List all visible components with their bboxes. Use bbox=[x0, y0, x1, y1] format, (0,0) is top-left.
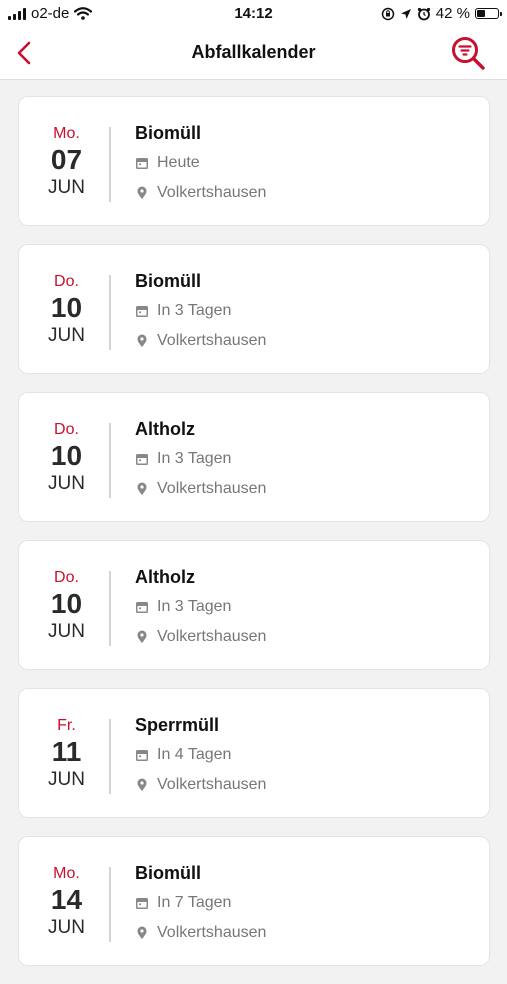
relative-date-row: In 7 Tagen bbox=[135, 893, 266, 913]
collection-info: Sperrmüll In 4 Tagen Volkertshausen bbox=[135, 715, 266, 795]
relative-date: In 7 Tagen bbox=[157, 894, 232, 911]
collection-info: Altholz In 3 Tagen Volkertshausen bbox=[135, 567, 266, 647]
waste-type: Biomüll bbox=[135, 123, 201, 143]
relative-date: In 3 Tagen bbox=[157, 302, 232, 319]
collection-card[interactable]: Do. 10 JUN Biomüll In 3 Tagen Volkertsha… bbox=[18, 244, 490, 374]
collection-card[interactable]: Mo. 14 JUN Biomüll In 7 Tagen Volkertsha… bbox=[18, 836, 490, 966]
status-bar: o2-de 14:12 42 % bbox=[0, 0, 507, 28]
month-label: JUN bbox=[48, 177, 85, 198]
month-label: JUN bbox=[48, 917, 85, 938]
location-pin-icon bbox=[137, 778, 147, 791]
relative-date: Heute bbox=[157, 154, 200, 171]
divider bbox=[109, 423, 111, 498]
month-label: JUN bbox=[48, 473, 85, 494]
month-label: JUN bbox=[48, 325, 85, 346]
day-number: 10 bbox=[50, 588, 83, 619]
date-block: Do. 10 JUN bbox=[19, 569, 114, 643]
collection-list: Mo. 07 JUN Biomüll Heute Volkertshausen … bbox=[18, 96, 490, 984]
date-block: Mo. 07 JUN bbox=[19, 125, 114, 199]
relative-date: In 4 Tagen bbox=[157, 746, 232, 763]
collection-info: Biomüll In 7 Tagen Volkertshausen bbox=[135, 863, 266, 943]
divider bbox=[109, 127, 111, 202]
location-row: Volkertshausen bbox=[135, 479, 266, 499]
divider bbox=[109, 719, 111, 794]
relative-date-row: In 3 Tagen bbox=[135, 597, 266, 617]
location-row: Volkertshausen bbox=[135, 775, 266, 795]
day-number: 10 bbox=[50, 292, 83, 323]
location-name: Volkertshausen bbox=[157, 628, 267, 645]
relative-date: In 3 Tagen bbox=[157, 598, 232, 615]
date-block: Fr. 11 JUN bbox=[19, 717, 114, 791]
location-pin-icon bbox=[137, 482, 147, 495]
relative-date: In 3 Tagen bbox=[157, 450, 232, 467]
relative-date-row: In 3 Tagen bbox=[135, 301, 266, 321]
day-number: 10 bbox=[50, 440, 83, 471]
location-pin-icon bbox=[137, 926, 147, 939]
location-pin-icon bbox=[137, 186, 147, 199]
location-name: Volkertshausen bbox=[157, 924, 267, 941]
day-number: 14 bbox=[50, 884, 83, 915]
waste-type: Altholz bbox=[135, 419, 195, 439]
collection-card[interactable]: Fr. 11 JUN Sperrmüll In 4 Tagen Volkerts… bbox=[18, 688, 490, 818]
location-name: Volkertshausen bbox=[157, 480, 267, 497]
location-arrow-icon bbox=[400, 8, 411, 19]
page-title: Abfallkalender bbox=[191, 42, 316, 62]
location-name: Volkertshausen bbox=[157, 332, 267, 349]
divider bbox=[109, 275, 111, 350]
date-block: Mo. 14 JUN bbox=[19, 865, 114, 939]
weekday-label: Mo. bbox=[53, 865, 80, 882]
location-row: Volkertshausen bbox=[135, 331, 266, 351]
relative-date-row: Heute bbox=[135, 153, 266, 173]
filter-search-icon bbox=[452, 37, 485, 70]
status-right: 42 % bbox=[381, 5, 502, 22]
calendar-icon bbox=[136, 158, 148, 169]
relative-date-row: In 4 Tagen bbox=[135, 745, 266, 765]
calendar-icon bbox=[136, 602, 148, 613]
divider bbox=[109, 571, 111, 646]
date-block: Do. 10 JUN bbox=[19, 273, 114, 347]
calendar-icon bbox=[136, 454, 148, 465]
relative-date-row: In 3 Tagen bbox=[135, 449, 266, 469]
location-row: Volkertshausen bbox=[135, 183, 266, 203]
location-pin-icon bbox=[137, 630, 147, 643]
calendar-icon bbox=[136, 750, 148, 761]
alarm-icon bbox=[417, 7, 430, 20]
divider bbox=[109, 867, 111, 942]
collection-info: Biomüll Heute Volkertshausen bbox=[135, 123, 266, 203]
waste-type: Biomüll bbox=[135, 863, 201, 883]
collection-card[interactable]: Do. 10 JUN Altholz In 3 Tagen Volkertsha… bbox=[18, 392, 490, 522]
weekday-label: Do. bbox=[54, 273, 79, 290]
collection-card[interactable]: Do. 10 JUN Altholz In 3 Tagen Volkertsha… bbox=[18, 540, 490, 670]
month-label: JUN bbox=[48, 769, 85, 790]
collection-info: Altholz In 3 Tagen Volkertshausen bbox=[135, 419, 266, 499]
month-label: JUN bbox=[48, 621, 85, 642]
location-pin-icon bbox=[137, 334, 147, 347]
waste-type: Sperrmüll bbox=[135, 715, 220, 735]
calendar-icon bbox=[136, 306, 148, 317]
filter-search-button[interactable] bbox=[449, 34, 487, 72]
collection-info: Biomüll In 3 Tagen Volkertshausen bbox=[135, 271, 266, 351]
day-number: 07 bbox=[50, 144, 83, 175]
location-name: Volkertshausen bbox=[157, 184, 267, 201]
location-row: Volkertshausen bbox=[135, 923, 266, 943]
battery-percent: 42 % bbox=[435, 5, 470, 22]
orientation-lock-icon bbox=[381, 7, 395, 20]
weekday-label: Do. bbox=[54, 569, 79, 586]
battery-icon bbox=[475, 8, 502, 19]
weekday-label: Mo. bbox=[53, 125, 80, 142]
calendar-icon bbox=[136, 898, 148, 909]
location-row: Volkertshausen bbox=[135, 627, 266, 647]
waste-type: Biomüll bbox=[135, 271, 201, 291]
collection-card[interactable]: Mo. 07 JUN Biomüll Heute Volkertshausen bbox=[18, 96, 490, 226]
location-name: Volkertshausen bbox=[157, 776, 267, 793]
weekday-label: Do. bbox=[54, 421, 79, 438]
day-number: 11 bbox=[51, 736, 82, 767]
navigation-bar: Abfallkalender bbox=[0, 28, 507, 80]
weekday-label: Fr. bbox=[57, 717, 76, 734]
waste-type: Altholz bbox=[135, 567, 195, 587]
date-block: Do. 10 JUN bbox=[19, 421, 114, 495]
